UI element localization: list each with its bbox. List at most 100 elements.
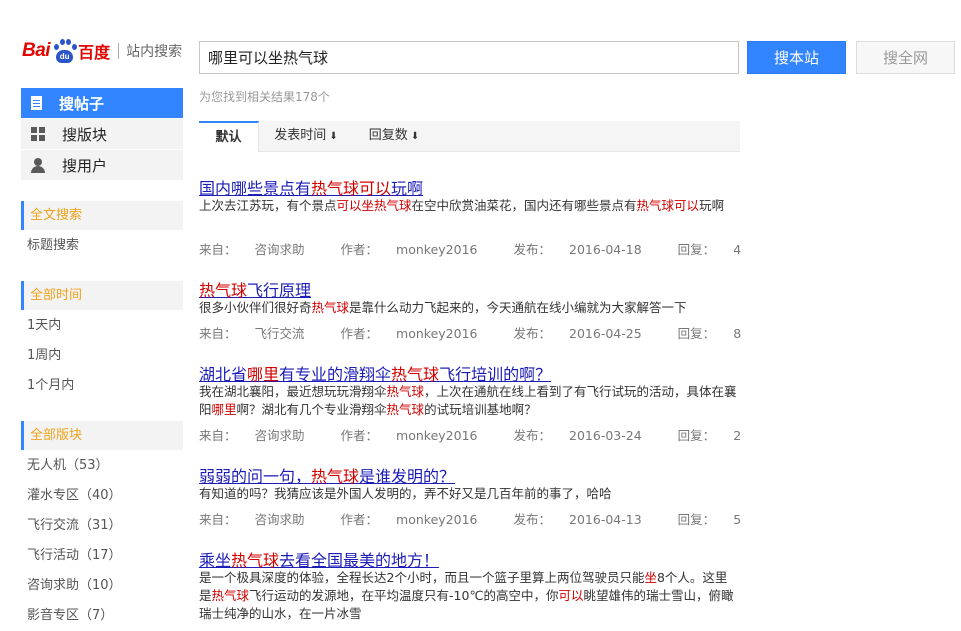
- result-count: 为您找到相关结果178个: [199, 90, 330, 104]
- sort-arrow-icon: ⬇: [410, 131, 420, 142]
- search-input[interactable]: [199, 41, 739, 74]
- meta-author: 作者： monkey2016: [341, 428, 496, 443]
- meta-value: 2016-03-24: [569, 428, 642, 443]
- result-title[interactable]: 乘坐热气球去看全国最美的地方！: [199, 547, 439, 571]
- snippet-highlight: 热气球: [211, 588, 250, 603]
- result-title[interactable]: 热气球飞行原理: [199, 277, 311, 301]
- result-meta: 来自： 咨询求助 作者： monkey2016 发布： 2016-04-13 回复： 5: [199, 509, 777, 528]
- tab-default[interactable]: 默认: [199, 121, 259, 152]
- meta-label: 来自：: [199, 242, 237, 257]
- meta-value[interactable]: 飞行交流: [255, 326, 305, 341]
- meta-replies: 回复： 2: [678, 428, 759, 443]
- grid-icon: [31, 127, 45, 141]
- title-highlight: 哪里: [247, 365, 280, 384]
- search-web-button[interactable]: 搜全网: [856, 41, 955, 74]
- meta-replies: 回复： 4: [678, 242, 759, 257]
- meta-value: 2016-04-18: [569, 242, 642, 257]
- meta-value: 8: [733, 326, 742, 341]
- tab-label: 回复数: [368, 128, 408, 143]
- nav-search-posts[interactable]: 搜帖子: [21, 88, 183, 118]
- nav-label: 搜用户: [62, 156, 108, 175]
- snippet-highlight: 可以: [558, 588, 584, 603]
- meta-label: 回复：: [677, 512, 716, 527]
- meta-author: 作者： monkey2016: [341, 242, 496, 257]
- filter-all-boards[interactable]: 全部版块: [21, 421, 183, 450]
- snippet-highlight: 热气球: [386, 384, 425, 399]
- title-text: 飞行培训的啊？: [439, 365, 552, 384]
- post-icon: [31, 96, 42, 110]
- filter-board-drone[interactable]: 无人机（53）: [27, 457, 109, 475]
- meta-source: 来自： 咨询求助: [199, 242, 323, 257]
- snippet-text: 上次去江苏玩，有个景点: [199, 198, 337, 213]
- snippet-highlight: 哪里: [211, 402, 237, 417]
- snippet-highlight: 热气球: [386, 402, 425, 417]
- snippet-highlight: 可以坐热气球: [336, 198, 412, 213]
- meta-value[interactable]: monkey2016: [396, 326, 477, 341]
- title-text: 乘坐: [199, 551, 232, 570]
- tab-label: 发表时间: [274, 128, 327, 143]
- snippet-text: 很多小伙伴们很好奇: [199, 300, 312, 315]
- title-highlight: 热气球可以: [311, 179, 392, 198]
- result-title[interactable]: 国内哪些景点有热气球可以玩啊: [199, 175, 423, 199]
- filter-time-1month[interactable]: 1个月内: [27, 377, 74, 395]
- meta-value[interactable]: monkey2016: [396, 428, 477, 443]
- meta-value[interactable]: monkey2016: [396, 242, 477, 257]
- filter-board-flight-exchange[interactable]: 飞行交流（31）: [27, 517, 122, 535]
- nav-search-boards[interactable]: 搜版块: [21, 119, 183, 149]
- result-snippet: 有知道的吗？我猜应该是外国人发明的，弄不好又是几百年前的事了，哈哈: [199, 485, 739, 503]
- filter-all-time[interactable]: 全部时间: [21, 281, 183, 310]
- tab-post-time[interactable]: 发表时间 ⬇: [261, 121, 351, 151]
- meta-author: 作者： monkey2016: [341, 326, 496, 341]
- filter-fulltext-search[interactable]: 全文搜索: [21, 201, 183, 230]
- meta-date: 发布： 2016-04-18: [514, 242, 660, 257]
- result-meta: 来自： 飞行交流 作者： monkey2016 发布： 2016-04-25 回复： 8: [199, 323, 777, 342]
- snippet-text: 有知道的吗？我猜应该是外国人发明的，弄不好又是几百年前的事了，哈哈: [199, 486, 612, 501]
- filter-board-help[interactable]: 咨询求助（10）: [27, 577, 122, 595]
- baidu-logo[interactable]: Bai du 百度 站内搜索: [22, 36, 182, 66]
- filter-board-flight-events[interactable]: 飞行活动（17）: [27, 547, 122, 565]
- meta-value: 4: [733, 242, 742, 257]
- meta-value[interactable]: monkey2016: [396, 512, 477, 527]
- tab-reply-count[interactable]: 回复数 ⬇: [354, 121, 434, 151]
- result-snippet: 是一个极具深度的体验，全程长达2个小时，而且一个篮子里算上两位驾驶员只能坐8个人…: [199, 569, 739, 623]
- sort-arrow-icon: ⬇: [329, 131, 338, 142]
- snippet-text: 我在湖北襄阳，最近想玩玩滑翔伞: [199, 384, 387, 399]
- filter-time-1week[interactable]: 1周内: [27, 347, 61, 365]
- nav-label: 搜版块: [62, 125, 108, 144]
- result-snippet: 很多小伙伴们很好奇热气球是靠什么动力飞起来的，今天通航在线小编就为大家解答一下: [199, 299, 739, 317]
- snippet-highlight: 坐: [644, 570, 657, 585]
- meta-label: 作者：: [340, 512, 379, 527]
- paw-logo-icon: du: [51, 38, 78, 64]
- meta-value[interactable]: 咨询求助: [255, 242, 305, 257]
- filter-board-media[interactable]: 影音专区（7）: [27, 607, 113, 625]
- meta-value: 5: [733, 512, 742, 527]
- meta-label: 回复：: [677, 326, 716, 341]
- meta-label: 来自：: [199, 512, 237, 527]
- search-site-button[interactable]: 搜本站: [747, 41, 846, 74]
- meta-label: 来自：: [199, 326, 237, 341]
- meta-value[interactable]: 咨询求助: [255, 428, 305, 443]
- nav-search-users[interactable]: 搜用户: [21, 150, 183, 180]
- user-icon: [31, 158, 45, 173]
- meta-value[interactable]: 咨询求助: [255, 512, 305, 527]
- snippet-highlight: 热气球: [311, 300, 350, 315]
- title-text: 国内哪些景点有: [199, 179, 312, 198]
- title-text: 弱弱的问一句，: [199, 467, 312, 486]
- meta-label: 作者：: [340, 326, 379, 341]
- title-text: 湖北省: [199, 365, 248, 384]
- meta-date: 发布： 2016-04-13: [514, 512, 660, 527]
- meta-label: 发布：: [513, 512, 552, 527]
- nav-label: 搜帖子: [59, 94, 105, 113]
- result-meta: 来自： 咨询求助 作者： monkey2016 发布： 2016-04-18 回复： 4: [199, 239, 777, 258]
- filter-title-search[interactable]: 标题搜索: [27, 237, 79, 255]
- result-title[interactable]: 湖北省哪里有专业的滑翔伞热气球飞行培训的啊？: [199, 361, 551, 385]
- result-title[interactable]: 弱弱的问一句，热气球是谁发明的？: [199, 463, 455, 487]
- meta-replies: 回复： 8: [678, 326, 759, 341]
- title-text: 飞行原理: [247, 281, 312, 300]
- filter-board-chat[interactable]: 灌水专区（40）: [27, 487, 122, 505]
- meta-author: 作者： monkey2016: [341, 512, 496, 527]
- site-search-label: 站内搜索: [126, 44, 183, 60]
- filter-time-1day[interactable]: 1天内: [27, 317, 61, 335]
- snippet-text: 飞行运动的发源地，在平均温度只有-10℃的高空中，你: [249, 588, 559, 603]
- snippet-text: 是一个极具深度的体验，全程长达2个小时，而且一个篮子里算上两位驾驶员只能: [199, 570, 645, 585]
